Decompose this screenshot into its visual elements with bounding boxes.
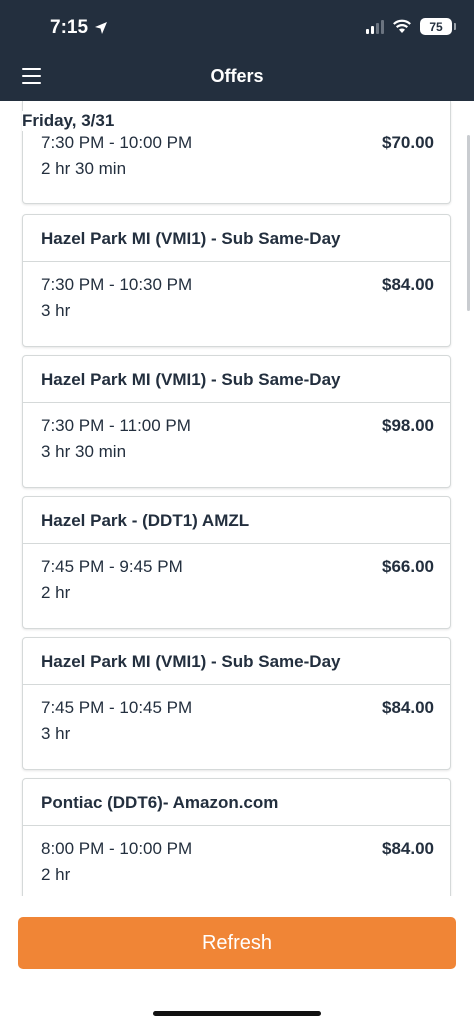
offer-duration: 3 hr 30 min (41, 442, 127, 461)
offer-time-range: 7:45 PM - 10:45 PM (41, 698, 193, 717)
offer-card[interactable]: Hazel Park MI (VMI1) - Sub Same-Day 7:45… (22, 637, 451, 770)
offer-duration: 3 hr (41, 724, 71, 743)
offer-duration: 3 hr (41, 301, 71, 320)
offer-card[interactable]: Hazel Park MI (VMI1) - Sub Same-Day 7:30… (22, 214, 451, 347)
top-bar: 7:15 75 Offers (0, 0, 474, 101)
offer-price: $70.00 (382, 133, 434, 152)
wifi-icon (393, 19, 411, 33)
offer-card[interactable]: Pontiac (DDT6)- Amazon.com 8:00 PM - 10:… (22, 778, 451, 896)
offers-list[interactable]: Friday, 3/31 7:30 PM - 10:00 PM 2 hr 30 … (0, 101, 474, 896)
offer-time-range: 7:30 PM - 11:00 PM (41, 416, 191, 435)
cellular-signal-icon (366, 19, 384, 34)
offer-station: Pontiac (DDT6)- Amazon.com (23, 779, 450, 826)
offer-duration: 2 hr (41, 583, 71, 602)
offer-price: $66.00 (382, 557, 434, 576)
date-header: Friday, 3/31 (22, 111, 123, 131)
offer-time-range: 8:00 PM - 10:00 PM (41, 839, 193, 858)
offer-station: Hazel Park MI (VMI1) - Sub Same-Day (23, 638, 450, 685)
status-time-text: 7:15 (50, 17, 89, 38)
offer-time-range: 7:45 PM - 9:45 PM (41, 557, 183, 576)
offer-price: $84.00 (382, 275, 434, 294)
offer-price: $84.00 (382, 839, 434, 858)
offer-time-range: 7:30 PM - 10:30 PM (41, 275, 193, 294)
battery-icon: 75 (420, 18, 456, 35)
offer-duration: 2 hr 30 min (41, 159, 127, 178)
offer-price: $98.00 (382, 416, 434, 435)
offer-time-range: 7:30 PM - 10:00 PM (41, 133, 193, 152)
scrollbar[interactable] (467, 135, 470, 311)
offer-price: $84.00 (382, 698, 434, 717)
location-arrow-icon (95, 22, 108, 34)
home-indicator[interactable] (153, 1011, 321, 1016)
offer-card[interactable]: Hazel Park - (DDT1) AMZL 7:45 PM - 9:45 … (22, 496, 451, 629)
offer-card[interactable]: Hazel Park MI (VMI1) - Sub Same-Day 7:30… (22, 355, 451, 488)
status-time: 7:15 (50, 17, 108, 39)
battery-level: 75 (429, 19, 443, 34)
offer-station: Hazel Park - (DDT1) AMZL (23, 497, 450, 544)
page-title: Offers (210, 66, 264, 86)
offer-duration: 2 hr (41, 865, 71, 884)
offer-station: Hazel Park MI (VMI1) - Sub Same-Day (23, 215, 450, 262)
offer-station: Hazel Park MI (VMI1) - Sub Same-Day (23, 356, 450, 403)
status-icons: 75 (366, 18, 456, 35)
refresh-button[interactable]: Refresh (18, 917, 456, 969)
